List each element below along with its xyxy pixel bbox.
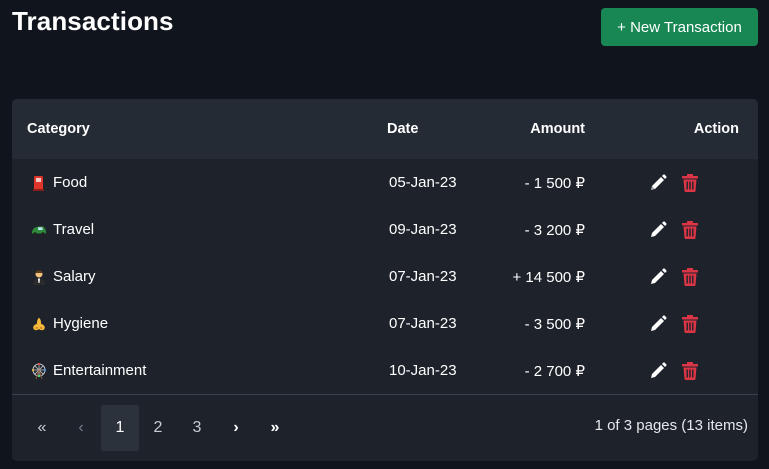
category-label: Hygiene (53, 315, 109, 332)
table-row: Food 05-Jan-23 - 1 500 ₽ (12, 159, 758, 206)
pagination-info: 1 of 3 pages (13 items) (594, 417, 748, 434)
first-page-button[interactable]: « (23, 405, 61, 451)
last-page-button[interactable]: » (256, 405, 294, 451)
amount-cell: - 3 500 ₽ (524, 315, 585, 333)
edit-pencil-icon[interactable] (648, 361, 668, 381)
date-cell: 07-Jan-23 (389, 315, 457, 332)
transactions-card: Category Date Amount Action Food 05-Jan-… (12, 99, 758, 461)
date-cell: 05-Jan-23 (389, 174, 457, 191)
category-cell: Entertainment (31, 362, 146, 379)
table-row: Salary 07-Jan-23 + 14 500 ₽ (12, 253, 758, 300)
delete-trash-icon[interactable] (680, 267, 700, 287)
category-label: Entertainment (53, 362, 147, 379)
amount-cell: - 3 200 ₽ (524, 221, 585, 239)
nose-icon (31, 316, 47, 332)
category-label: Salary (53, 268, 96, 285)
column-header-action: Action (693, 121, 739, 137)
delete-trash-icon[interactable] (680, 314, 700, 334)
edit-pencil-icon[interactable] (648, 173, 668, 193)
table-header: Category Date Amount Action (12, 99, 758, 159)
next-page-button[interactable]: › (217, 405, 255, 451)
amount-cell: - 2 700 ₽ (524, 362, 585, 380)
page-button-2[interactable]: 2 (139, 405, 177, 451)
category-label: Travel (53, 221, 95, 238)
delete-trash-icon[interactable] (680, 173, 700, 193)
fuel-pump-icon (31, 175, 47, 191)
delete-trash-icon[interactable] (680, 361, 700, 381)
action-cell (648, 267, 700, 287)
table-row: Travel 09-Jan-23 - 3 200 ₽ (12, 206, 758, 253)
person-in-suit-icon (31, 269, 47, 285)
column-header-category[interactable]: Category (27, 121, 90, 137)
category-label: Food (53, 174, 88, 191)
category-cell: Salary (31, 268, 96, 285)
delete-trash-icon[interactable] (680, 220, 700, 240)
edit-pencil-icon[interactable] (648, 314, 668, 334)
pagination: « ‹ 1 2 3 › » 1 of 3 pages (13 items) (12, 395, 758, 461)
category-cell: Hygiene (31, 315, 108, 332)
edit-pencil-icon[interactable] (648, 267, 668, 287)
ferris-wheel-icon (31, 362, 47, 379)
table-row: Entertainment 10-Jan-23 - 2 700 ₽ (12, 347, 758, 394)
category-cell: Food (31, 174, 87, 191)
new-transaction-button[interactable]: + New Transaction (601, 8, 758, 46)
page-button-3[interactable]: 3 (178, 405, 216, 451)
date-cell: 09-Jan-23 (389, 221, 457, 238)
action-cell (648, 361, 700, 381)
column-header-date[interactable]: Date (387, 121, 418, 137)
page-title: Transactions (12, 6, 174, 36)
category-cell: Travel (31, 221, 94, 238)
table-row: Hygiene 07-Jan-23 - 3 500 ₽ (12, 300, 758, 347)
car-icon (31, 222, 47, 238)
column-header-amount[interactable]: Amount (530, 121, 585, 137)
amount-cell: + 14 500 ₽ (512, 268, 585, 286)
edit-pencil-icon[interactable] (648, 220, 668, 240)
action-cell (648, 220, 700, 240)
amount-cell: - 1 500 ₽ (524, 174, 585, 192)
page-button-1[interactable]: 1 (101, 405, 139, 451)
date-cell: 07-Jan-23 (389, 268, 457, 285)
prev-page-button[interactable]: ‹ (62, 405, 100, 451)
action-cell (648, 314, 700, 334)
date-cell: 10-Jan-23 (389, 362, 457, 379)
action-cell (648, 173, 700, 193)
